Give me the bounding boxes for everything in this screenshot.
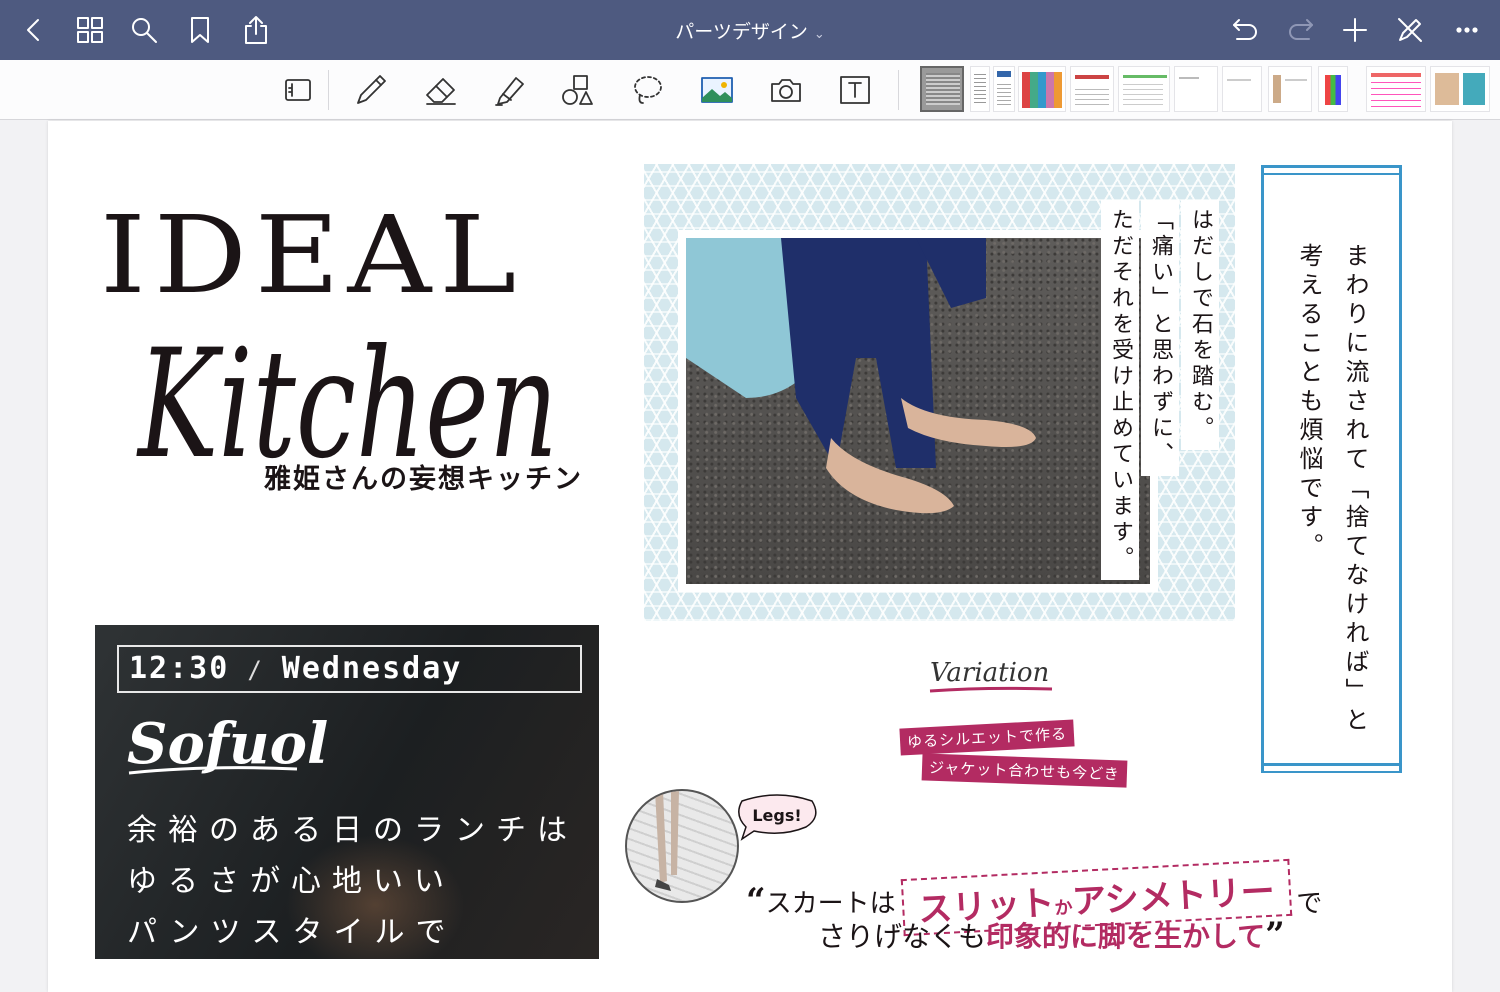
image-tool-button[interactable] bbox=[699, 72, 735, 108]
pen-off-icon bbox=[1398, 18, 1422, 42]
chevron-left-icon bbox=[27, 19, 39, 41]
more-icon bbox=[1456, 27, 1478, 33]
pen-tool-button[interactable] bbox=[353, 72, 389, 108]
eraser-icon bbox=[426, 78, 456, 105]
open-quote-mark: “ bbox=[746, 881, 766, 921]
page-thumbnail[interactable] bbox=[1366, 66, 1426, 112]
lunch-copy: 余裕のある日のランチは ゆるさが心地いい パンツスタイルで bbox=[127, 805, 578, 958]
legs-speech-bubble: Legs! bbox=[738, 794, 817, 841]
day-label: Wednesday bbox=[281, 651, 463, 686]
reader-mode-button[interactable] bbox=[280, 72, 316, 108]
search-icon bbox=[132, 18, 157, 43]
quote-tail: で bbox=[1296, 889, 1323, 919]
undo-icon bbox=[1233, 19, 1257, 40]
photo-caption-col1: はだしで石を踏む。 bbox=[1181, 200, 1219, 450]
lunch-copy-line: ゆるさが心地いい bbox=[127, 864, 455, 899]
barefoot-photo bbox=[678, 230, 1158, 592]
bookmark-icon bbox=[191, 17, 209, 43]
brand-script-logo: Sofuol bbox=[127, 711, 327, 777]
highlighter-tool-button[interactable] bbox=[492, 72, 528, 108]
more-button[interactable] bbox=[1451, 14, 1483, 46]
time-day-box: 12:30 / Wednesday bbox=[117, 645, 582, 693]
page-thumbnail[interactable] bbox=[920, 66, 964, 112]
chevron-down-icon: ⌄ bbox=[813, 27, 825, 42]
search-button[interactable] bbox=[128, 14, 160, 46]
quote-line2-b: 印象的に脚を生かして bbox=[986, 920, 1266, 953]
vertical-copy-col2: 考えることも煩悩です。 bbox=[1295, 243, 1323, 562]
redo-button[interactable] bbox=[1285, 14, 1317, 46]
page-thumbnail-strip[interactable] bbox=[918, 66, 1500, 112]
lunch-card: 12:30 / Wednesday Sofuol 余裕のある日のランチは ゆるさが心… bbox=[95, 625, 599, 959]
add-page-button[interactable] bbox=[1339, 14, 1371, 46]
legs-photo-circle bbox=[625, 789, 739, 903]
lunch-copy-line: 余裕のある日のランチは bbox=[127, 813, 578, 848]
eraser-tool-button[interactable] bbox=[423, 72, 459, 108]
title-subtitle: 雅姫さんの妄想キッチン bbox=[264, 464, 583, 495]
vertical-copy-col1: まわりに流されて「捨てなければ」と bbox=[1341, 243, 1369, 736]
page-thumbnail[interactable] bbox=[1268, 66, 1312, 112]
redo-icon bbox=[1289, 19, 1313, 40]
pen-icon bbox=[357, 75, 386, 104]
page-thumbnail[interactable] bbox=[1018, 66, 1066, 112]
lasso-icon bbox=[634, 76, 662, 104]
vertical-copy: まわりに流されて「捨てなければ」と 考えることも煩悩です。 bbox=[1286, 243, 1378, 736]
page-thumbnail[interactable] bbox=[1118, 66, 1170, 112]
page-thumbnail[interactable] bbox=[1174, 66, 1218, 112]
close-quote-mark: ” bbox=[1265, 915, 1285, 955]
lunch-copy-line: パンツスタイルで bbox=[127, 915, 457, 950]
legs-quote-line2: さりげなくも印象的に脚を生かして” bbox=[818, 915, 1285, 955]
photo-caption-col2: 「痛い」と思わずに、 bbox=[1141, 200, 1179, 476]
photo-illustration bbox=[686, 238, 1036, 514]
page-thumbnail[interactable] bbox=[1318, 66, 1348, 112]
camera-tool-button[interactable] bbox=[768, 72, 804, 108]
shapes-tool-button[interactable] bbox=[560, 72, 596, 108]
variation-tag-1: ゆるシルエットで作る bbox=[899, 719, 1075, 756]
undo-button[interactable] bbox=[1229, 14, 1261, 46]
page-thumbnail[interactable] bbox=[1430, 66, 1490, 112]
page-thumbnail[interactable] bbox=[993, 66, 1015, 112]
page-thumbnail[interactable] bbox=[1222, 66, 1262, 112]
variation-script: Variation bbox=[929, 658, 1053, 693]
bookmark-button[interactable] bbox=[184, 14, 216, 46]
text-icon bbox=[840, 76, 870, 104]
photo-frame: はだしで石を踏む。 「痛い」と思わずに、 ただそれを受け止めています。 bbox=[644, 164, 1235, 621]
share-button[interactable] bbox=[240, 14, 272, 46]
top-navigation-bar: パーツデザイン ⌄ bbox=[0, 0, 1500, 60]
time-label: 12:30 bbox=[129, 651, 230, 686]
grid-view-button[interactable] bbox=[74, 14, 106, 46]
reader-mode-icon bbox=[285, 79, 311, 101]
variation-tag-2: ジャケット合わせも今どき bbox=[921, 753, 1128, 788]
document-title-button[interactable]: パーツデザイン ⌄ bbox=[600, 17, 900, 44]
back-button[interactable] bbox=[18, 14, 50, 46]
notebook-page[interactable]: IDEAL Kitchen 雅姫さんの妄想キッチン 12:30/Wednesda… bbox=[48, 121, 1452, 992]
camera-icon bbox=[771, 79, 801, 102]
vertical-copy-box: まわりに流されて「捨てなければ」と 考えることも煩悩です。 bbox=[1261, 165, 1402, 773]
shapes-icon bbox=[562, 75, 593, 105]
quote-line2-a: さりげなくも bbox=[818, 920, 987, 953]
pen-off-button[interactable] bbox=[1394, 14, 1426, 46]
document-title: パーツデザイン bbox=[675, 21, 808, 43]
lasso-tool-button[interactable] bbox=[630, 72, 666, 108]
image-icon bbox=[701, 77, 733, 103]
time-slash: / bbox=[247, 656, 264, 684]
share-icon bbox=[245, 16, 267, 44]
text-tool-button[interactable] bbox=[837, 72, 873, 108]
grid-icon bbox=[77, 17, 103, 43]
plus-icon bbox=[1343, 18, 1367, 42]
page-thumbnail[interactable] bbox=[1070, 66, 1114, 112]
legs-bubble-text: Legs! bbox=[752, 806, 801, 825]
page-thumbnail[interactable] bbox=[970, 66, 990, 112]
variation-script-text: Variation bbox=[930, 658, 1049, 688]
highlighter-icon bbox=[495, 77, 524, 106]
photo-caption-col3: ただそれを受け止めています。 bbox=[1101, 200, 1139, 580]
